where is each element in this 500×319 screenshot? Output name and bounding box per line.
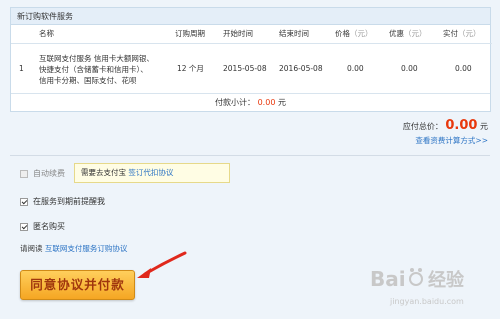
table-header-row: 名称 订购周期 开始时间 结束时间 价格（元） 优惠（元） 实付（元） — [11, 25, 492, 44]
baidu-jingyan-watermark: Bai 经验 jingyan.baidu.com — [370, 267, 465, 306]
anonymous-checkbox[interactable] — [20, 222, 28, 231]
row-price: 0.00 — [347, 63, 364, 73]
col-price-label: 价格 — [335, 29, 350, 39]
agree-and-pay-button[interactable]: 同意协议并付款 — [20, 270, 135, 300]
col-name: 名称 — [35, 25, 171, 44]
subtotal-row: 付款小计： 0.00 元 — [11, 93, 490, 111]
service-name-line-3: 信用卡分期、国际支付、花呗 — [39, 75, 137, 85]
table-row: 1 互联网支付服务 信用卡大额网银、 快捷支付（含储蓄卡和信用卡）、 信用卡分期… — [11, 43, 492, 93]
remind-label: 在服务到期前提醒我 — [33, 197, 105, 206]
panel-title: 新订购软件服务 — [11, 8, 490, 25]
subtotal-label: 付款小计： — [215, 98, 256, 107]
fee-calc-link[interactable]: 查看资费计算方式>> — [403, 135, 488, 146]
total-line: 应付总价： 0.00 元 — [403, 118, 488, 133]
col-paid: 实付（元） — [439, 25, 492, 44]
service-name-line-1: 互联网支付服务 信用卡大额网银、 — [39, 53, 154, 63]
subtotal-value: 0.00 — [257, 98, 276, 107]
remind-checkbox[interactable] — [20, 197, 28, 206]
remind-option: 在服务到期前提醒我 — [20, 196, 105, 207]
service-agreement-link[interactable]: 互联网支付服务订购协议 — [45, 244, 128, 253]
divider — [10, 155, 490, 156]
row-service-name: 互联网支付服务 信用卡大额网银、 快捷支付（含储蓄卡和信用卡）、 信用卡分期、国… — [35, 43, 171, 93]
auto-renew-tooltip: 需要去支付宝 签订代扣协议 — [74, 163, 230, 183]
order-table: 名称 订购周期 开始时间 结束时间 价格（元） 优惠（元） 实付（元） 1 互联… — [11, 25, 492, 93]
col-end: 结束时间 — [275, 25, 331, 44]
auto-renew-option: 自动续费 — [20, 168, 65, 179]
watermark-brand: Bai — [370, 267, 406, 291]
agreement-line: 请阅读 互联网支付服务订购协议 — [20, 243, 127, 254]
col-discount-label: 优惠 — [389, 29, 404, 39]
anonymous-label: 匿名购买 — [33, 222, 65, 231]
col-index — [11, 25, 35, 44]
col-paid-label: 实付 — [443, 29, 458, 39]
total-label: 应付总价： — [402, 122, 443, 131]
row-paid: 0.00 — [455, 63, 472, 73]
sign-withhold-agreement-link[interactable]: 签订代扣协议 — [128, 168, 173, 177]
row-start: 2015-05-08 — [223, 63, 267, 73]
agreement-prefix: 请阅读 — [20, 244, 43, 253]
row-end: 2016-05-08 — [279, 63, 323, 73]
auto-renew-label: 自动续费 — [33, 169, 65, 178]
anonymous-option: 匿名购买 — [20, 221, 65, 232]
col-discount-unit: （元） — [404, 29, 427, 39]
row-discount: 0.00 — [401, 63, 418, 73]
paw-icon — [409, 268, 423, 286]
col-price: 价格（元） — [331, 25, 385, 44]
order-panel: 新订购软件服务 名称 订购周期 开始时间 结束时间 价格（元） 优惠（元） 实付… — [10, 7, 492, 112]
watermark-brand-2: 经验 — [428, 269, 465, 291]
col-price-unit: （元） — [350, 29, 373, 39]
col-period: 订购周期 — [171, 25, 219, 44]
col-paid-unit: （元） — [458, 29, 481, 39]
col-start: 开始时间 — [219, 25, 275, 44]
service-name-line-2: 快捷支付（含储蓄卡和信用卡）、 — [39, 64, 148, 74]
tooltip-text: 需要去支付宝 — [81, 168, 126, 177]
watermark-url: jingyan.baidu.com — [389, 297, 464, 306]
subtotal-unit: 元 — [277, 98, 286, 107]
total-amount: 0.00 — [445, 118, 478, 133]
col-discount: 优惠（元） — [385, 25, 439, 44]
row-period: 12 个月 — [177, 63, 204, 73]
auto-renew-checkbox[interactable] — [20, 169, 28, 178]
total-box: 应付总价： 0.00 元 查看资费计算方式>> — [403, 118, 488, 146]
row-index: 1 — [19, 63, 24, 73]
total-unit: 元 — [480, 122, 488, 131]
annotation-arrow-icon — [137, 251, 187, 278]
